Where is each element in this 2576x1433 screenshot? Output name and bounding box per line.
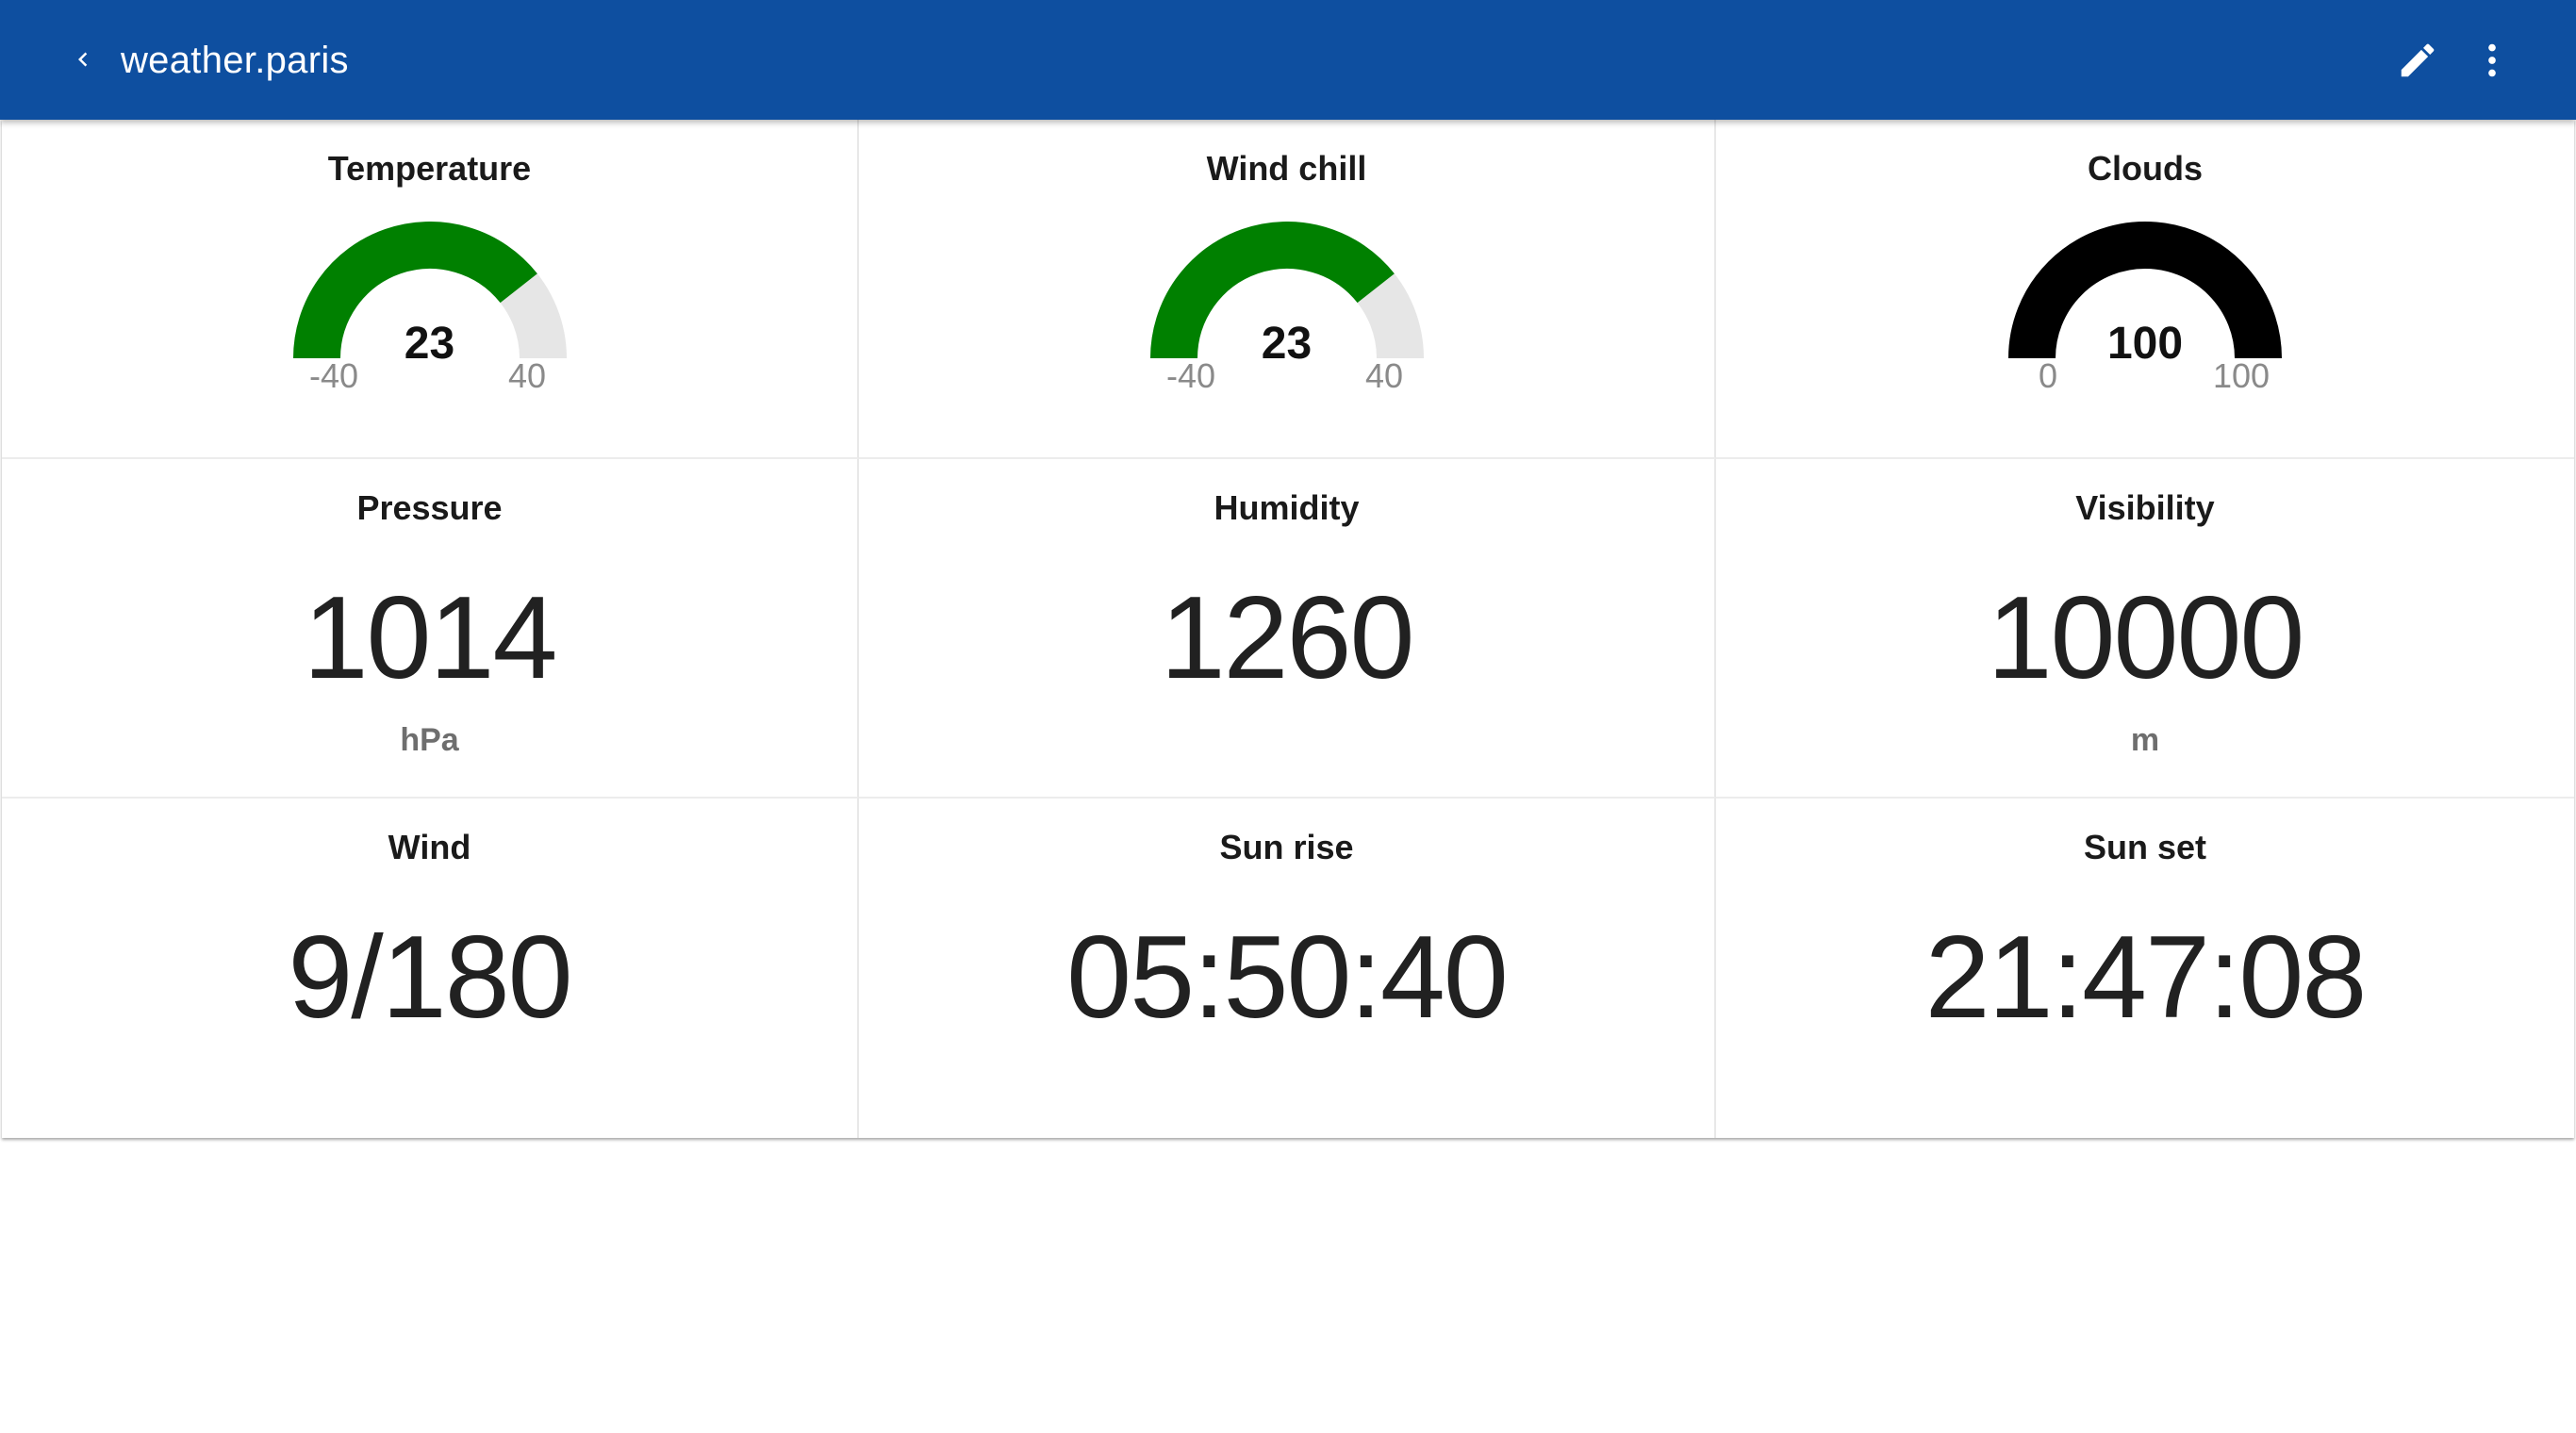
app-toolbar: weather.paris — [0, 0, 2576, 120]
card-title: Sun set — [2083, 828, 2207, 866]
gauge-value: 23 — [404, 319, 455, 369]
more-options-button[interactable] — [2469, 34, 2516, 87]
gauge-min-label: -40 — [1165, 356, 1216, 395]
sun-set-card[interactable]: Sun set 21:47:08 — [1716, 799, 2574, 1138]
unit-label: hPa — [400, 722, 459, 758]
visibility-card[interactable]: Visibility 10000 m — [1716, 459, 2574, 799]
humidity-card[interactable]: Humidity 1260 — [859, 459, 1716, 799]
chevron-left-icon — [78, 52, 88, 67]
weather-card-grid: Temperature 23 -40 40 Wind chill 23 -40 … — [2, 120, 2574, 1138]
state-value: 9/180 — [288, 913, 572, 1043]
back-button[interactable] — [58, 35, 107, 84]
wind-card[interactable]: Wind 9/180 — [2, 799, 859, 1138]
wind-chill-card[interactable]: Wind chill 23 -40 40 — [859, 120, 1716, 459]
card-title: Humidity — [1214, 488, 1360, 527]
gauge-max-label: 100 — [2212, 356, 2271, 395]
sun-rise-card[interactable]: Sun rise 05:50:40 — [859, 799, 1716, 1138]
card-title: Sun rise — [1219, 828, 1354, 866]
card-title: Visibility — [2075, 488, 2215, 527]
unit-label: m — [2130, 722, 2160, 758]
state-value: 21:47:08 — [1924, 913, 2368, 1043]
card-title: Wind chill — [1206, 149, 1367, 188]
clouds-card[interactable]: Clouds 100 0 100 — [1716, 120, 2574, 459]
card-title: Pressure — [356, 488, 503, 527]
pencil-icon — [2401, 43, 2435, 77]
gauge-max-label: 40 — [1364, 356, 1404, 395]
pressure-card[interactable]: Pressure 1014 hPa — [2, 459, 859, 799]
card-title: Clouds — [2088, 149, 2203, 188]
state-value: 1014 — [303, 573, 558, 703]
gauge-value: 23 — [1261, 319, 1313, 369]
gauge-min-label: -40 — [308, 356, 359, 395]
state-value: 10000 — [1987, 573, 2305, 703]
gauge-value: 100 — [2106, 319, 2184, 369]
state-value: 05:50:40 — [1066, 913, 1509, 1043]
card-title: Temperature — [327, 149, 532, 188]
temperature-card[interactable]: Temperature 23 -40 40 — [2, 120, 859, 459]
state-value: 1260 — [1160, 573, 1415, 703]
gauge-max-label: 40 — [507, 356, 547, 395]
edit-button[interactable] — [2391, 34, 2444, 87]
card-title: Wind — [388, 828, 471, 866]
more-vertical-icon — [2488, 43, 2496, 77]
page-title: weather.paris — [121, 40, 349, 81]
gauge-min-label: 0 — [2038, 356, 2058, 395]
